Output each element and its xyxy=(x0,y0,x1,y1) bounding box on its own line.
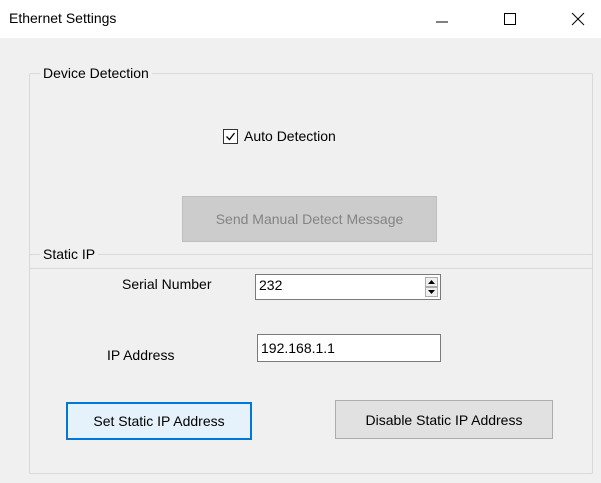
auto-detection-checkbox-box[interactable] xyxy=(223,128,238,144)
disable-static-ip-button[interactable]: Disable Static IP Address xyxy=(335,400,553,439)
set-static-ip-button[interactable]: Set Static IP Address xyxy=(66,402,252,440)
checkmark-icon xyxy=(226,132,236,140)
static-ip-group-label: Static IP xyxy=(40,246,99,262)
serial-number-stepper[interactable]: 232 xyxy=(255,274,441,300)
ip-address-field[interactable] xyxy=(257,334,441,362)
ip-address-label: IP Address xyxy=(107,347,175,363)
window-title: Ethernet Settings xyxy=(9,10,117,26)
spin-up-button[interactable] xyxy=(425,277,438,287)
minimize-button[interactable] xyxy=(419,0,465,38)
device-detection-group: Device Detection Auto Detection Send Man… xyxy=(29,65,593,269)
title-bar: Ethernet Settings xyxy=(0,0,601,38)
auto-detection-checkbox[interactable]: Auto Detection xyxy=(223,128,336,144)
minimize-icon xyxy=(436,21,448,23)
serial-number-label: Serial Number xyxy=(122,276,212,292)
auto-detection-label[interactable]: Auto Detection xyxy=(244,128,336,144)
send-manual-detect-button[interactable]: Send Manual Detect Message xyxy=(182,196,437,242)
spin-down-button[interactable] xyxy=(425,287,438,297)
triangle-down-icon xyxy=(428,290,435,294)
maximize-button[interactable] xyxy=(487,0,533,38)
close-icon xyxy=(571,12,585,26)
close-button[interactable] xyxy=(555,0,601,38)
maximize-icon xyxy=(504,13,516,25)
serial-number-spin-buttons[interactable] xyxy=(425,277,438,297)
serial-number-value[interactable]: 232 xyxy=(259,277,282,293)
device-detection-group-label: Device Detection xyxy=(40,65,152,81)
static-ip-group: Static IP Serial Number 232 IP Address S… xyxy=(29,246,593,474)
dialog-client-area: Device Detection Auto Detection Send Man… xyxy=(0,38,601,483)
triangle-up-icon xyxy=(428,280,435,284)
